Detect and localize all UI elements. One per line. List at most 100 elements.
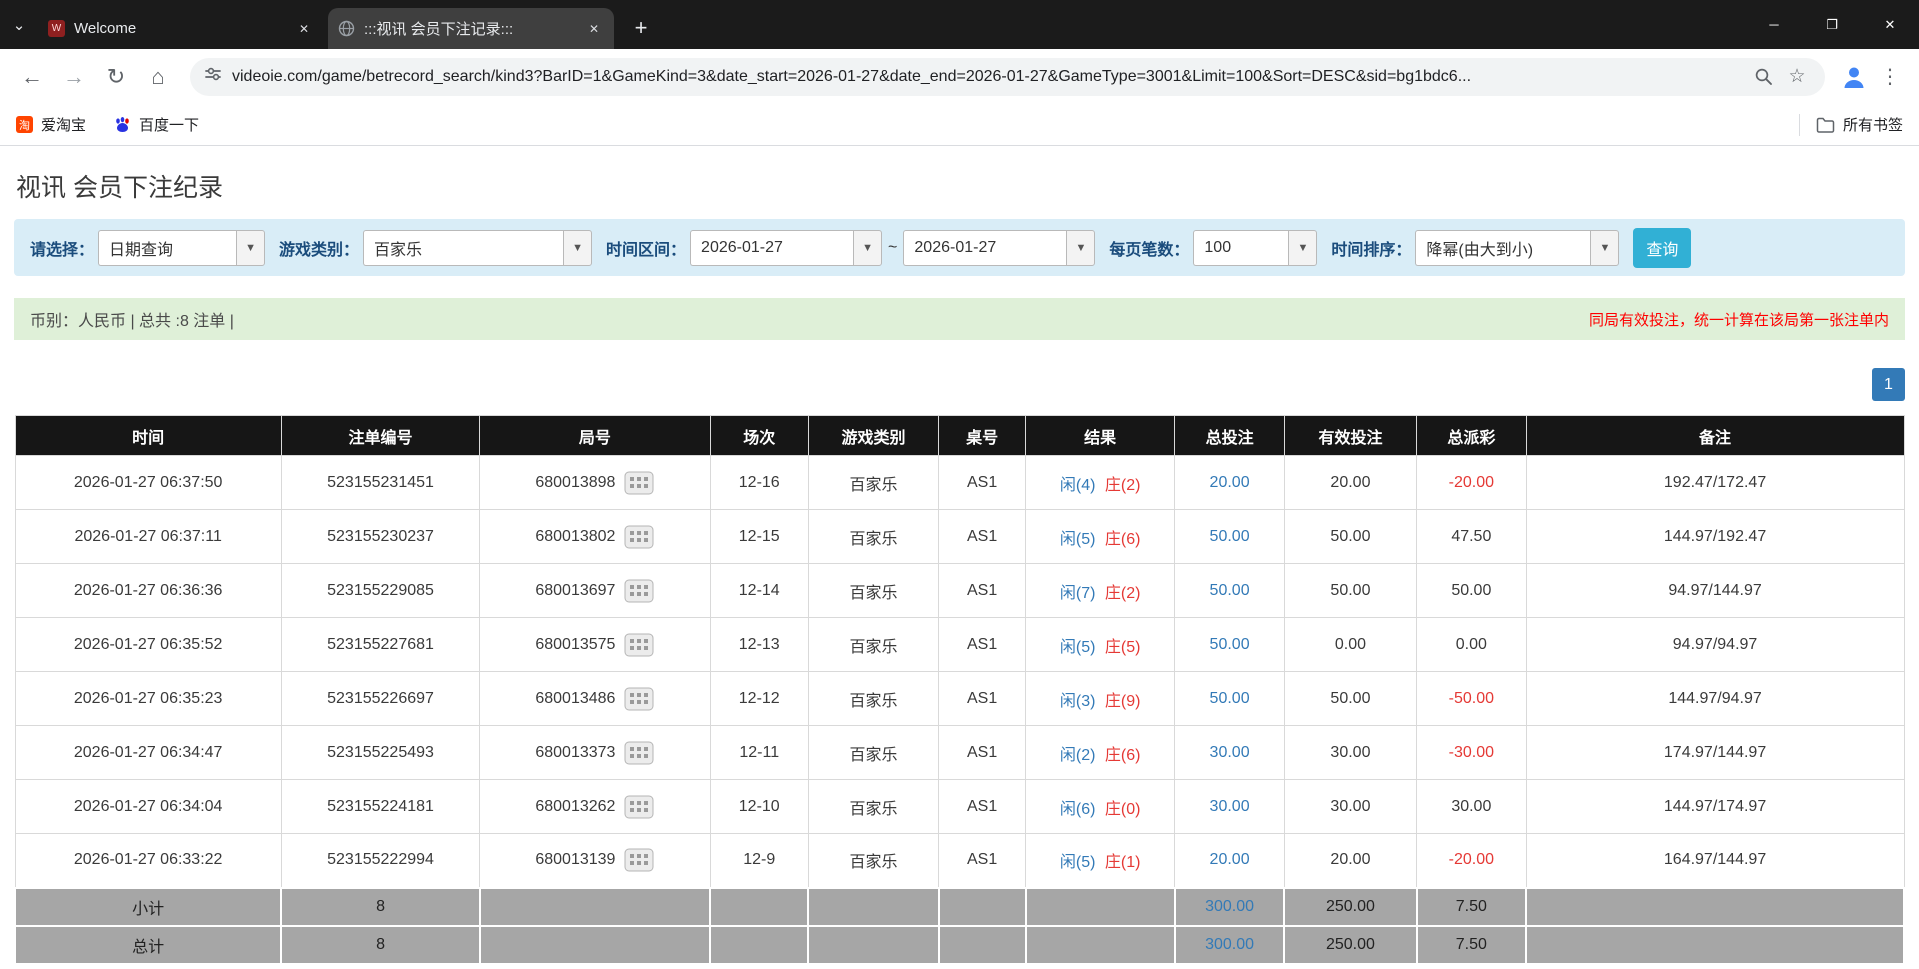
cell-note: 94.97/144.97: [1526, 564, 1904, 618]
search-button[interactable]: 查询: [1633, 228, 1691, 268]
result-board-icon[interactable]: [624, 579, 654, 603]
new-tab-button[interactable]: +: [624, 11, 658, 45]
cell-payout: 0.00: [1417, 618, 1527, 672]
all-bookmarks-button[interactable]: 所有书签: [1816, 114, 1903, 135]
cell-valid-bet: 20.00: [1284, 456, 1416, 510]
cell-note: 192.47/172.47: [1526, 456, 1904, 510]
sort-input[interactable]: [1415, 230, 1590, 266]
tab-strip: ⌄ W Welcome ✕ :::视讯 会员下注记录::: ✕ + ─ ❐ ✕: [0, 0, 1919, 49]
table-header-row: 时间 注单编号 局号 场次 游戏类别 桌号 结果 总投注 有效投注 总派彩 备注: [15, 416, 1904, 456]
chevron-down-icon[interactable]: ▼: [236, 230, 265, 266]
date-start-input[interactable]: [690, 230, 853, 266]
cell-result: 闲(3) 庄(9): [1026, 672, 1175, 726]
result-board-icon[interactable]: [624, 633, 654, 657]
result-board-icon[interactable]: [624, 795, 654, 819]
result-board-icon[interactable]: [624, 471, 654, 495]
zoom-icon[interactable]: [1749, 63, 1777, 91]
forward-icon[interactable]: →: [56, 59, 92, 95]
refresh-icon[interactable]: ↻: [98, 59, 134, 95]
site-settings-icon[interactable]: [204, 65, 222, 88]
cell-bet-id: 523155230237: [281, 510, 479, 564]
cell-game: 百家乐: [808, 672, 938, 726]
cell-game: 百家乐: [808, 510, 938, 564]
cell-note: 164.97/144.97: [1526, 834, 1904, 888]
date-end-input[interactable]: [903, 230, 1066, 266]
chevron-down-icon[interactable]: ▼: [1066, 230, 1095, 266]
cell-valid-bet: 20.00: [1284, 834, 1416, 888]
game-kind-combobox: ▼: [363, 230, 592, 266]
tab-search-chevron-icon[interactable]: ⌄: [0, 0, 38, 49]
query-type-combobox: ▼: [98, 230, 265, 266]
subtotal-valid-bet: 250.00: [1284, 888, 1416, 926]
result-player: 闲(4): [1060, 477, 1096, 494]
round-number: 680013139: [535, 851, 615, 869]
valid-bet-notice: 同局有效投注，统一计算在该局第一张注单内: [1589, 309, 1889, 330]
page-size-combobox: ▼: [1193, 230, 1317, 266]
minimize-button[interactable]: ─: [1745, 0, 1803, 49]
cell-note: 144.97/174.97: [1526, 780, 1904, 834]
tab-welcome[interactable]: W Welcome ✕: [38, 8, 324, 49]
date-range-label: 时间区间：: [606, 236, 686, 260]
bookmark-star-icon[interactable]: ☆: [1783, 63, 1811, 91]
back-icon[interactable]: ←: [14, 59, 50, 95]
tab-bet-records[interactable]: :::视讯 会员下注记录::: ✕: [328, 8, 614, 49]
profile-avatar-icon[interactable]: [1837, 60, 1871, 94]
cell-table-no: AS1: [939, 780, 1026, 834]
cell-result: 闲(6) 庄(0): [1026, 780, 1175, 834]
total-valid-bet: 250.00: [1284, 926, 1416, 964]
total-row: 总计 8 300.00 250.00 7.50: [15, 926, 1904, 964]
cell-bet-id: 523155222994: [281, 834, 479, 888]
result-banker: 庄(0): [1105, 801, 1141, 818]
chevron-down-icon[interactable]: ▼: [1590, 230, 1619, 266]
chevron-down-icon[interactable]: ▼: [563, 230, 592, 266]
currency-total-text: 币别：人民币 | 总共 :8 注单 |: [30, 307, 234, 331]
url-text[interactable]: videoie.com/game/betrecord_search/kind3?…: [232, 68, 1743, 86]
round-number: 680013697: [535, 582, 615, 600]
chevron-down-icon[interactable]: ▼: [1288, 230, 1317, 266]
result-banker: 庄(2): [1105, 585, 1141, 602]
bookmark-taobao[interactable]: 淘 爱淘宝: [16, 114, 86, 135]
round-number: 680013262: [535, 798, 615, 816]
result-board-icon[interactable]: [624, 848, 654, 872]
col-header-valid-bet: 有效投注: [1284, 416, 1416, 456]
bookmark-baidu[interactable]: 百度一下: [114, 114, 199, 135]
total-count: 8: [281, 926, 479, 964]
query-type-input[interactable]: [98, 230, 236, 266]
round-number: 680013486: [535, 690, 615, 708]
bookmarks-divider: [1799, 114, 1800, 136]
cell-result: 闲(4) 庄(2): [1026, 456, 1175, 510]
cell-game: 百家乐: [808, 834, 938, 888]
window-controls: ─ ❐ ✕: [1745, 0, 1919, 49]
table-row: 2026-01-27 06:36:36 523155229085 6800136…: [15, 564, 1904, 618]
result-banker: 庄(9): [1105, 693, 1141, 710]
cell-total-bet: 50.00: [1175, 672, 1285, 726]
cell-payout: -20.00: [1417, 834, 1527, 888]
result-board-icon[interactable]: [624, 687, 654, 711]
chevron-down-icon[interactable]: ▼: [853, 230, 882, 266]
cell-payout: 47.50: [1417, 510, 1527, 564]
cell-time: 2026-01-27 06:36:36: [15, 564, 281, 618]
result-board-icon[interactable]: [624, 741, 654, 765]
browser-menu-icon[interactable]: ⋮: [1875, 60, 1905, 94]
table-row: 2026-01-27 06:37:11 523155230237 6800138…: [15, 510, 1904, 564]
cell-bet-id: 523155226697: [281, 672, 479, 726]
taobao-icon: 淘: [16, 116, 33, 133]
cell-payout: -50.00: [1417, 672, 1527, 726]
game-kind-input[interactable]: [363, 230, 563, 266]
close-button[interactable]: ✕: [1861, 0, 1919, 49]
maximize-button[interactable]: ❐: [1803, 0, 1861, 49]
cell-result: 闲(5) 庄(6): [1026, 510, 1175, 564]
page-size-input[interactable]: [1193, 230, 1288, 266]
cell-round: 680013262: [480, 780, 710, 834]
result-board-icon[interactable]: [624, 525, 654, 549]
home-icon[interactable]: ⌂: [140, 59, 176, 95]
cell-valid-bet: 0.00: [1284, 618, 1416, 672]
sort-combobox: ▼: [1415, 230, 1619, 266]
cell-payout: -30.00: [1417, 726, 1527, 780]
page-1-button[interactable]: 1: [1872, 368, 1905, 401]
tab-close-icon[interactable]: ✕: [584, 19, 604, 39]
round-number: 680013898: [535, 474, 615, 492]
url-bar[interactable]: videoie.com/game/betrecord_search/kind3?…: [190, 58, 1825, 96]
tab-close-icon[interactable]: ✕: [294, 19, 314, 39]
total-payout: 7.50: [1417, 926, 1527, 964]
